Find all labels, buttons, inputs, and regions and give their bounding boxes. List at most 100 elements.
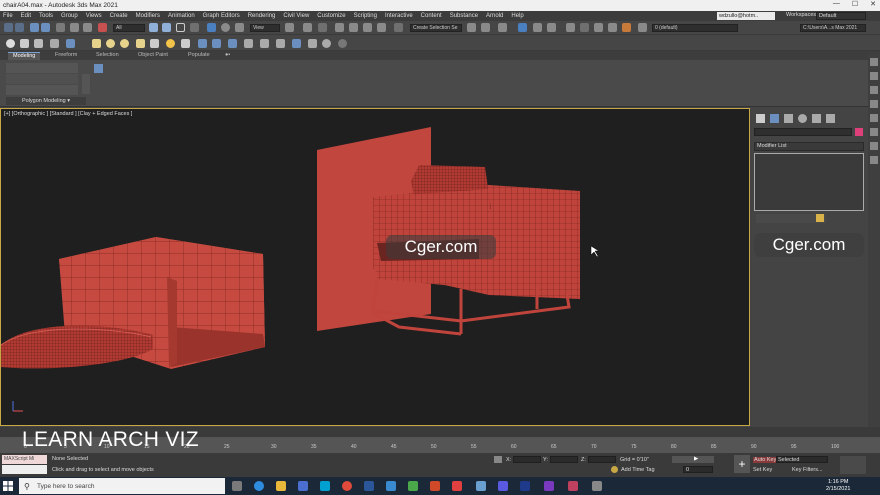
close-button[interactable]: ✕ bbox=[870, 0, 876, 8]
utilities-tab-icon[interactable] bbox=[826, 114, 835, 123]
side-tool-icon-2[interactable] bbox=[870, 72, 878, 80]
windows-start-icon[interactable] bbox=[3, 481, 13, 491]
display-tab-icon[interactable] bbox=[812, 114, 821, 123]
light-icon[interactable] bbox=[166, 39, 175, 48]
task-view-icon[interactable] bbox=[232, 481, 242, 491]
menu-interactive[interactable]: Interactive bbox=[385, 13, 413, 19]
motion-tab-icon[interactable] bbox=[798, 114, 807, 123]
create-tab-icon[interactable] bbox=[756, 114, 765, 123]
select-and-scale-icon[interactable] bbox=[235, 23, 244, 32]
menu-tools[interactable]: Tools bbox=[39, 13, 53, 19]
polygon-modeling-group[interactable]: Polygon Modeling ▾ bbox=[6, 97, 86, 105]
viewport-orthographic[interactable]: [+] [Orthographic ] [Standard ] [Clay + … bbox=[0, 108, 750, 426]
bind-space-warp-icon[interactable] bbox=[56, 23, 65, 32]
select-object-icon[interactable] bbox=[149, 23, 158, 32]
ribbon-options-icon[interactable]: ●▪ bbox=[225, 52, 230, 58]
play-icon[interactable]: ▶ bbox=[694, 456, 698, 462]
selected-dropdown[interactable]: Selected bbox=[776, 456, 828, 463]
mirror-icon[interactable] bbox=[467, 23, 476, 32]
menu-create[interactable]: Create bbox=[110, 13, 128, 19]
schematic-view-icon[interactable] bbox=[566, 23, 575, 32]
menu-content[interactable]: Content bbox=[421, 13, 442, 19]
edit-named-selection-icon[interactable] bbox=[394, 23, 403, 32]
space-warp-icon[interactable] bbox=[212, 39, 221, 48]
layer-dropdown[interactable]: 0 (default) bbox=[652, 24, 738, 32]
polygon-tools-row-3[interactable] bbox=[6, 85, 78, 95]
ribbon-toggle-icon[interactable] bbox=[533, 23, 542, 32]
torus-icon[interactable] bbox=[106, 39, 115, 48]
side-tool-icon-8[interactable] bbox=[870, 156, 878, 164]
photoshop-icon[interactable] bbox=[520, 481, 530, 491]
y-coordinate-field[interactable] bbox=[550, 456, 578, 463]
hierarchy-tab-icon[interactable] bbox=[784, 114, 793, 123]
angle-snap-icon[interactable] bbox=[349, 23, 358, 32]
named-selection-set-dropdown[interactable]: Create Selection Se bbox=[410, 24, 462, 32]
workspace-dropdown[interactable]: Default bbox=[816, 12, 866, 20]
side-tool-icon-1[interactable] bbox=[870, 58, 878, 66]
menu-edit[interactable]: Edit bbox=[21, 13, 31, 19]
x-coordinate-field[interactable] bbox=[513, 456, 541, 463]
select-manipulate-icon[interactable] bbox=[303, 23, 312, 32]
polygon-tools-row-1[interactable] bbox=[6, 63, 78, 73]
toggle-scene-explorer-icon[interactable] bbox=[498, 23, 507, 32]
excel-icon[interactable] bbox=[408, 481, 418, 491]
graphite-tools-icon[interactable] bbox=[94, 64, 103, 73]
menu-customize[interactable]: Customize bbox=[317, 13, 345, 19]
menu-civil-view[interactable]: Civil View bbox=[283, 13, 309, 19]
array-icon[interactable] bbox=[292, 39, 301, 48]
project-path-dropdown[interactable]: C:\Users\A...s Max 2021 bbox=[800, 24, 866, 32]
menu-file[interactable]: File bbox=[3, 13, 13, 19]
group-icon[interactable] bbox=[66, 39, 75, 48]
unlink-chain-icon[interactable] bbox=[83, 23, 92, 32]
menu-group[interactable]: Group bbox=[61, 13, 78, 19]
teams-icon[interactable] bbox=[498, 481, 508, 491]
geosphere-icon[interactable] bbox=[120, 39, 129, 48]
menu-animation[interactable]: Animation bbox=[168, 13, 195, 19]
modifier-list-dropdown[interactable]: Modifier List bbox=[754, 142, 864, 151]
tab-populate[interactable]: Populate bbox=[188, 52, 210, 58]
particle-icon[interactable] bbox=[260, 39, 269, 48]
configure-modifier-sets-icon[interactable] bbox=[816, 214, 824, 222]
time-tag-icon[interactable] bbox=[611, 466, 618, 473]
unlink-icon[interactable] bbox=[41, 23, 50, 32]
reference-coordinate-dropdown[interactable]: View bbox=[250, 24, 280, 32]
set-key-plus-button[interactable]: + bbox=[734, 455, 750, 473]
menu-rendering[interactable]: Rendering bbox=[248, 13, 276, 19]
redo-icon[interactable] bbox=[15, 23, 24, 32]
undo-icon[interactable] bbox=[4, 23, 13, 32]
tab-freeform[interactable]: Freeform bbox=[55, 52, 77, 58]
tab-object-paint[interactable]: Object Paint bbox=[138, 52, 168, 58]
absolute-mode-icon[interactable] bbox=[494, 456, 502, 463]
viewport-navigation-controls[interactable] bbox=[840, 456, 866, 474]
object-color-swatch[interactable] bbox=[855, 128, 863, 136]
maximize-button[interactable]: ☐ bbox=[852, 0, 858, 8]
user-account[interactable]: wdzullo@hotm.. bbox=[717, 12, 775, 20]
window-crossing-icon[interactable] bbox=[190, 23, 199, 32]
snaps-toggle-icon[interactable] bbox=[335, 23, 344, 32]
rendered-frame-window-icon[interactable] bbox=[608, 23, 617, 32]
plane-icon[interactable] bbox=[92, 39, 101, 48]
modifier-stack[interactable] bbox=[754, 153, 864, 211]
render-production-icon[interactable] bbox=[622, 23, 631, 32]
link-icon[interactable] bbox=[30, 23, 39, 32]
sphere-icon[interactable] bbox=[6, 39, 15, 48]
tube-icon[interactable] bbox=[136, 39, 145, 48]
pyramid-icon[interactable] bbox=[150, 39, 159, 48]
bind-icon[interactable] bbox=[98, 23, 107, 32]
align-icon[interactable] bbox=[481, 23, 490, 32]
layer-icon[interactable] bbox=[638, 23, 647, 32]
minimize-button[interactable]: — bbox=[833, 0, 840, 8]
select-and-move-icon[interactable] bbox=[207, 23, 216, 32]
select-by-name-icon[interactable] bbox=[162, 23, 171, 32]
scatter-icon[interactable] bbox=[308, 39, 317, 48]
3ds-max-icon[interactable] bbox=[320, 481, 330, 491]
box-icon[interactable] bbox=[20, 39, 29, 48]
edge-icon[interactable] bbox=[254, 481, 264, 491]
material-editor-icon[interactable] bbox=[580, 23, 589, 32]
cylinder-icon[interactable] bbox=[34, 39, 43, 48]
spinner-snap-icon[interactable] bbox=[377, 23, 386, 32]
acrobat-icon[interactable] bbox=[452, 481, 462, 491]
shape-icon[interactable] bbox=[50, 39, 59, 48]
tab-selection[interactable]: Selection bbox=[96, 52, 119, 58]
systems-icon[interactable] bbox=[228, 39, 237, 48]
